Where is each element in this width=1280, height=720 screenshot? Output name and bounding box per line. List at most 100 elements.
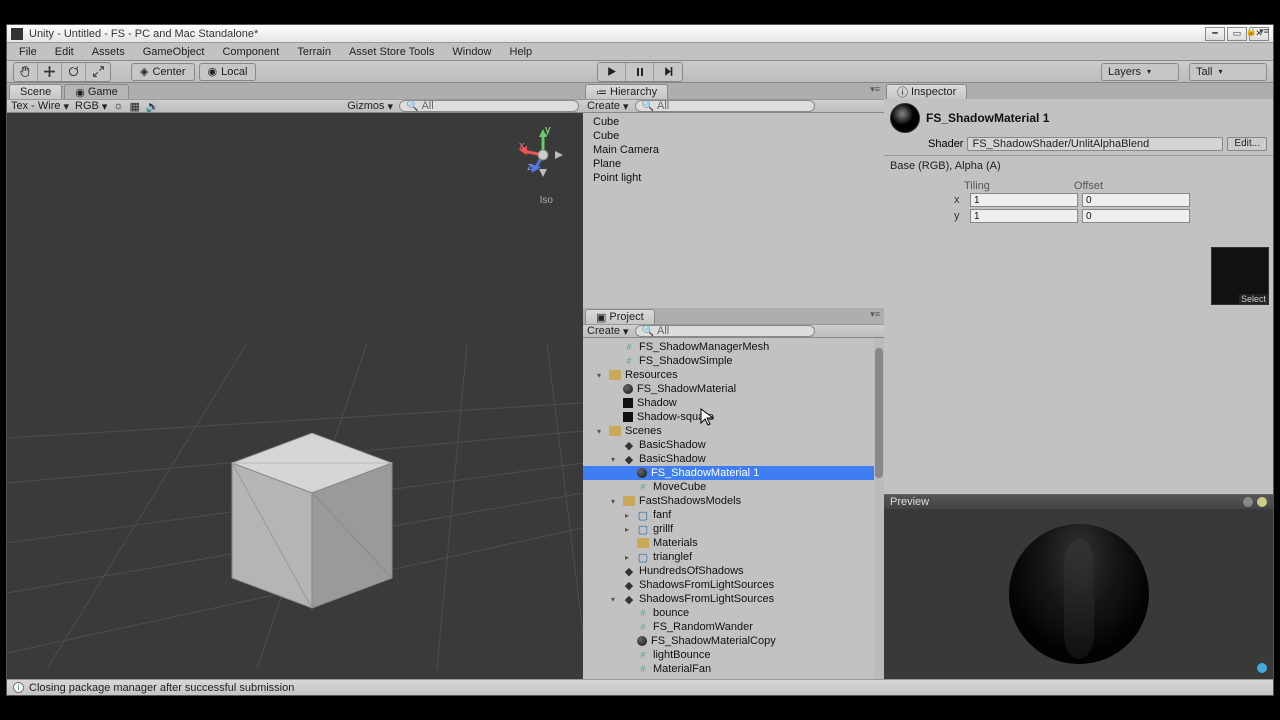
texture-slot[interactable]: Select	[1211, 247, 1269, 305]
hand-tool[interactable]	[14, 63, 38, 81]
move-tool[interactable]	[38, 63, 62, 81]
project-item[interactable]: FS_ShadowMaterialCopy	[583, 634, 884, 648]
tab-hierarchy[interactable]: ≔ Hierarchy	[585, 84, 668, 99]
scene-toolbar: Tex - Wire▾ RGB▾ ☼ ▦ 🔊 Gizmos▾ 🔍All	[7, 99, 583, 113]
menu-file[interactable]: File	[11, 44, 45, 60]
project-item[interactable]: #FS_ShadowManagerMesh	[583, 340, 884, 354]
cs-icon: #	[623, 342, 635, 352]
shading-dropdown[interactable]: Tex - Wire▾	[11, 100, 69, 113]
rendermode-dropdown[interactable]: RGB▾	[75, 100, 107, 113]
project-item[interactable]: #lightBounce	[583, 648, 884, 662]
project-tree[interactable]: #FS_ShadowManagerMesh#FS_ShadowSimple▾Re…	[583, 338, 884, 679]
project-search[interactable]: 🔍All	[635, 325, 815, 337]
preview-light-icon[interactable]	[1257, 497, 1267, 507]
scene-light-icon[interactable]: ☼	[113, 100, 123, 112]
tab-scene[interactable]: Scene	[9, 84, 62, 99]
project-item[interactable]: ◆ShadowsFromLightSources	[583, 578, 884, 592]
layout-dropdown[interactable]: Tall	[1189, 63, 1267, 81]
tab-project[interactable]: ▣ Project	[585, 309, 655, 324]
layers-dropdown[interactable]: Layers	[1101, 63, 1179, 81]
project-item[interactable]: ▸▢fanf	[583, 508, 884, 522]
project-item[interactable]: FS_ShadowMaterial	[583, 382, 884, 396]
offset-x-field[interactable]	[1082, 193, 1190, 207]
workspace: Scene ◉Game ▾≡ Tex - Wire▾ RGB▾ ☼ ▦ 🔊 Gi…	[7, 83, 1273, 679]
shader-edit-button[interactable]: Edit...	[1227, 137, 1267, 151]
hierarchy-list[interactable]: CubeCubeMain CameraPlanePoint light	[583, 113, 884, 308]
project-item[interactable]: ▸▢trianglef	[583, 550, 884, 564]
project-item[interactable]: #MoveCube	[583, 480, 884, 494]
hierarchy-item[interactable]: Main Camera	[583, 143, 884, 157]
hierarchy-item[interactable]: Cube	[583, 115, 884, 129]
hierarchy-options-icon[interactable]: ▾≡	[870, 84, 880, 95]
mat-icon	[637, 468, 647, 478]
play-button[interactable]	[598, 63, 626, 81]
tiling-x-field[interactable]	[970, 193, 1078, 207]
offset-header: Offset	[1074, 180, 1103, 192]
menu-terrain[interactable]: Terrain	[289, 44, 339, 60]
project-scrollbar[interactable]	[874, 338, 884, 679]
project-item[interactable]: ▾◆ShadowsFromLightSources	[583, 592, 884, 606]
project-item[interactable]: ▾Scenes	[583, 424, 884, 438]
hierarchy-item[interactable]: Cube	[583, 129, 884, 143]
pivot-toggle[interactable]: ◈Center	[131, 63, 195, 81]
tab-game[interactable]: ◉Game	[64, 84, 129, 99]
mat-icon	[623, 384, 633, 394]
scroll-thumb[interactable]	[875, 348, 883, 478]
texture-select-button[interactable]: Select	[1239, 294, 1268, 304]
menu-component[interactable]: Component	[214, 44, 287, 60]
gizmos-dropdown[interactable]: Gizmos▾	[347, 100, 393, 113]
menu-help[interactable]: Help	[502, 44, 541, 60]
y-label: y	[954, 210, 966, 222]
menu-gameobject[interactable]: GameObject	[135, 44, 213, 60]
hierarchy-search[interactable]: 🔍All	[635, 100, 815, 112]
project-item[interactable]: ◆HundredsOfShadows	[583, 564, 884, 578]
pause-button[interactable]	[626, 63, 654, 81]
scale-tool[interactable]	[86, 63, 110, 81]
shader-dropdown[interactable]: FS_ShadowShader/UnlitAlphaBlend	[967, 137, 1223, 151]
project-item[interactable]: ▸▢grillf	[583, 522, 884, 536]
space-toggle[interactable]: ◉Local	[199, 63, 257, 81]
tiling-y-field[interactable]	[970, 209, 1078, 223]
project-item[interactable]: Shadow	[583, 396, 884, 410]
project-item[interactable]: ▾FastShadowsModels	[583, 494, 884, 508]
step-button[interactable]	[654, 63, 682, 81]
menu-assetstoretools[interactable]: Asset Store Tools	[341, 44, 442, 60]
project-item[interactable]: #FS_RandomWander	[583, 620, 884, 634]
cs-icon: #	[637, 650, 649, 660]
preview-handle-icon[interactable]	[1257, 663, 1267, 673]
project-item[interactable]: ◆BasicShadow	[583, 438, 884, 452]
menu-assets[interactable]: Assets	[84, 44, 133, 60]
unity-logo-icon	[11, 28, 23, 40]
project-create[interactable]: Create▾	[587, 325, 629, 338]
project-item[interactable]: FS_ShadowMaterial 1	[583, 466, 884, 480]
project-item[interactable]: #FS_ShadowSimple	[583, 354, 884, 368]
rotate-tool[interactable]	[62, 63, 86, 81]
maximize-button[interactable]: ▭	[1227, 27, 1247, 41]
scene-fx-icon[interactable]: ▦	[130, 100, 140, 113]
project-item[interactable]: #bounce	[583, 606, 884, 620]
menu-edit[interactable]: Edit	[47, 44, 82, 60]
hierarchy-create[interactable]: Create▾	[587, 100, 629, 113]
cs-icon: #	[637, 482, 649, 492]
preview-viewport[interactable]	[884, 509, 1273, 679]
project-item[interactable]: Materials	[583, 536, 884, 550]
offset-y-field[interactable]	[1082, 209, 1190, 223]
minimize-button[interactable]: ━	[1205, 27, 1225, 41]
orientation-gizmo[interactable]: x y z	[515, 127, 571, 183]
menu-window[interactable]: Window	[444, 44, 499, 60]
scene-search[interactable]: 🔍All	[399, 100, 579, 112]
project-item[interactable]: ▾◆BasicShadow	[583, 452, 884, 466]
pref-icon: ▢	[637, 552, 649, 562]
preview-color-icon[interactable]	[1243, 497, 1253, 507]
project-item[interactable]: ▾Resources	[583, 368, 884, 382]
hierarchy-item[interactable]: Plane	[583, 157, 884, 171]
hierarchy-item[interactable]: Point light	[583, 171, 884, 185]
material-preview-icon	[890, 103, 920, 133]
project-options-icon[interactable]: ▾≡	[870, 309, 880, 320]
project-item[interactable]: Shadow-square	[583, 410, 884, 424]
project-item[interactable]: #MaterialFan	[583, 662, 884, 676]
scene-viewport[interactable]: x y z Iso	[7, 113, 583, 679]
scene-audio-icon[interactable]: 🔊	[146, 100, 160, 113]
folder-icon	[637, 538, 649, 548]
tab-inspector[interactable]: ⓘ Inspector	[886, 84, 967, 99]
